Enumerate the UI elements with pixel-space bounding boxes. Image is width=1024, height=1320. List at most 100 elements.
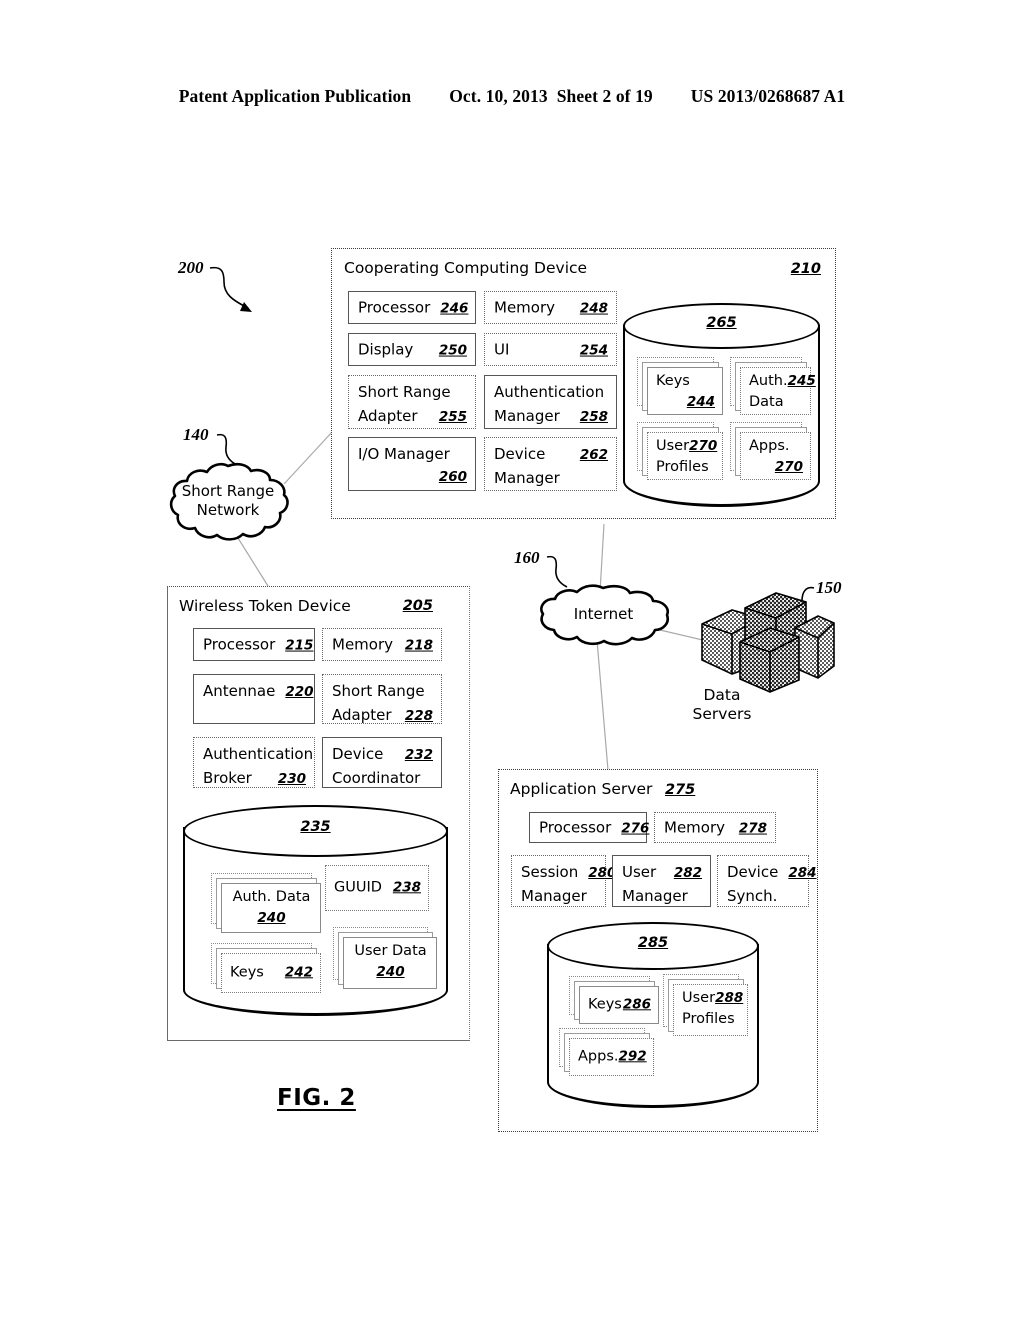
component-memory-278[interactable]: Memory 278 bbox=[654, 812, 776, 843]
card-ref: 245 bbox=[787, 373, 816, 389]
card-label: Apps. bbox=[749, 438, 790, 454]
application-server-ref: 275 bbox=[665, 782, 696, 798]
short-range-network-ref: 140 bbox=[183, 425, 209, 444]
component-processor-276[interactable]: Processor 276 bbox=[529, 812, 650, 843]
card-label: Keys bbox=[588, 996, 622, 1013]
card-ref: 244 bbox=[686, 394, 715, 410]
internet-label: Internet bbox=[573, 605, 634, 623]
component-label-2: Adapter bbox=[332, 706, 392, 724]
component-io-manager-260[interactable]: I/O Manager 260 bbox=[348, 437, 476, 491]
component-label: User bbox=[622, 863, 657, 881]
component-ref: 232 bbox=[404, 747, 433, 763]
component-label: Memory bbox=[332, 635, 394, 654]
card-label: Auth. bbox=[749, 373, 788, 389]
component-ref: 284 bbox=[788, 865, 817, 881]
component-label: Short Range bbox=[358, 383, 451, 401]
application-server-storage-cylinder: 285 Keys 286 User 288 Profiles Apps. 292 bbox=[547, 922, 759, 1108]
component-label-2: Manager bbox=[494, 469, 560, 487]
component-antennae-220[interactable]: Antennae 220 bbox=[193, 674, 315, 724]
card-label: User bbox=[656, 438, 690, 454]
component-short-range-adapter-228[interactable]: Short Range Adapter 228 bbox=[322, 674, 442, 724]
component-label-2: Coordinator bbox=[332, 769, 421, 787]
sheet-header: Patent Application Publication Oct. 10, … bbox=[0, 86, 1024, 107]
card-ref: 288 bbox=[715, 990, 744, 1006]
card-face: Apps. 270 bbox=[740, 432, 811, 480]
internet-cloud: Internet bbox=[537, 584, 670, 647]
card-label: User Data bbox=[354, 943, 427, 959]
wireless-token-device-title: Wireless Token Device bbox=[179, 597, 351, 615]
component-ref: 262 bbox=[579, 447, 608, 463]
header-publication: Patent Application Publication bbox=[178, 86, 412, 106]
card-label-2: Profiles bbox=[682, 1011, 735, 1027]
application-server-panel: Application Server 275 Processor 276 Memo… bbox=[498, 769, 818, 1132]
card-ref: 242 bbox=[284, 964, 313, 981]
component-device-coordinator-232[interactable]: Device 232 Coordinator bbox=[322, 737, 442, 788]
component-label: Display bbox=[358, 340, 414, 359]
card-face: Keys 244 bbox=[647, 367, 723, 415]
storage-card-apps-292[interactable]: Apps. 292 bbox=[559, 1028, 654, 1076]
component-label: Device bbox=[494, 445, 546, 463]
card-label: Auth. Data bbox=[232, 889, 311, 905]
component-memory-248[interactable]: Memory 248 bbox=[484, 291, 617, 324]
card-label: Keys bbox=[230, 964, 264, 981]
component-display-250[interactable]: Display 250 bbox=[348, 333, 476, 366]
card-ref: 270 bbox=[689, 438, 718, 454]
component-label: Processor bbox=[203, 635, 276, 654]
storage-card-keys-242[interactable]: Keys 242 bbox=[211, 943, 321, 993]
storage-card-auth-data-245[interactable]: Auth. 245 Data bbox=[730, 357, 816, 415]
storage-card-keys-244[interactable]: Keys 244 bbox=[637, 357, 723, 415]
component-memory-218[interactable]: Memory 218 bbox=[322, 628, 442, 661]
component-ref: 220 bbox=[285, 684, 314, 700]
component-session-manager-280[interactable]: Session 280 Manager bbox=[511, 855, 616, 907]
component-ref: 260 bbox=[438, 469, 467, 485]
component-ref: 282 bbox=[673, 865, 702, 881]
component-label: Antennae bbox=[203, 682, 276, 700]
component-processor-246[interactable]: Processor 246 bbox=[348, 291, 476, 324]
component-label: Processor bbox=[358, 298, 431, 317]
card-face: Keys 286 bbox=[579, 986, 659, 1024]
component-ref: 276 bbox=[621, 820, 650, 837]
storage-card-user-data-240[interactable]: User Data 240 bbox=[333, 927, 437, 989]
component-ref: 258 bbox=[579, 409, 608, 425]
component-ui-254[interactable]: UI 254 bbox=[484, 333, 617, 366]
component-label: Short Range bbox=[332, 682, 425, 700]
cooperating-device-ref: 210 bbox=[790, 261, 821, 277]
internet-ref: 160 bbox=[514, 548, 540, 567]
component-ref: 250 bbox=[438, 342, 467, 359]
component-ref: 230 bbox=[277, 771, 306, 787]
storage-card-user-profiles-270[interactable]: User 270 Profiles bbox=[637, 422, 723, 480]
storage-card-guuid-238[interactable]: GUUID 238 bbox=[325, 865, 429, 911]
card-ref: 240 bbox=[376, 964, 405, 980]
data-servers-label-line1: Data bbox=[703, 686, 741, 704]
component-device-manager-262[interactable]: Device 262 Manager bbox=[484, 437, 617, 491]
card-label: Apps. bbox=[578, 1048, 619, 1065]
component-label: Session bbox=[521, 863, 579, 881]
wireless-token-storage-cylinder: 235 Auth. Data 240 GUUID 238 Keys 242 Us… bbox=[183, 805, 448, 1016]
header-date: Oct. 10, 2013 bbox=[449, 86, 548, 106]
component-short-range-adapter-255[interactable]: Short Range Adapter 255 bbox=[348, 375, 476, 429]
component-authentication-broker-230[interactable]: Authentication Broker 230 bbox=[193, 737, 315, 788]
component-processor-215[interactable]: Processor 215 bbox=[193, 628, 315, 661]
component-label: I/O Manager bbox=[358, 445, 450, 463]
component-authentication-manager-258[interactable]: Authentication Manager 258 bbox=[484, 375, 617, 429]
header-sheet: Sheet 2 of 19 bbox=[556, 86, 653, 106]
storage-card-auth-data-240[interactable]: Auth. Data 240 bbox=[211, 873, 321, 933]
storage-card-keys-286[interactable]: Keys 286 bbox=[569, 976, 659, 1024]
card-label: Keys bbox=[656, 373, 690, 389]
component-device-synch-284[interactable]: Device 284 Synch. bbox=[717, 855, 817, 907]
data-servers-label-line2: Servers bbox=[692, 705, 752, 724]
component-ref: 278 bbox=[738, 820, 767, 837]
card-ref: 286 bbox=[622, 996, 651, 1013]
card-face: GUUID 238 bbox=[325, 865, 429, 911]
component-label-2: Manager bbox=[494, 407, 560, 425]
card-ref: 270 bbox=[774, 459, 803, 475]
storage-card-user-profiles-288[interactable]: User 288 Profiles bbox=[663, 974, 748, 1036]
component-ref: 254 bbox=[579, 342, 608, 359]
component-user-manager-282[interactable]: User 282 Manager bbox=[612, 855, 711, 907]
component-label-2: Broker bbox=[203, 769, 252, 787]
component-label: UI bbox=[494, 340, 510, 359]
storage-card-apps-270[interactable]: Apps. 270 bbox=[730, 422, 811, 480]
cooperating-computing-device-panel: Cooperating Computing Device 210 Process… bbox=[331, 248, 836, 519]
card-face: Apps. 292 bbox=[569, 1038, 654, 1076]
cooperating-device-storage-cylinder: 265 Keys 244 Auth. 245 Data User 270 Pro… bbox=[623, 303, 820, 507]
